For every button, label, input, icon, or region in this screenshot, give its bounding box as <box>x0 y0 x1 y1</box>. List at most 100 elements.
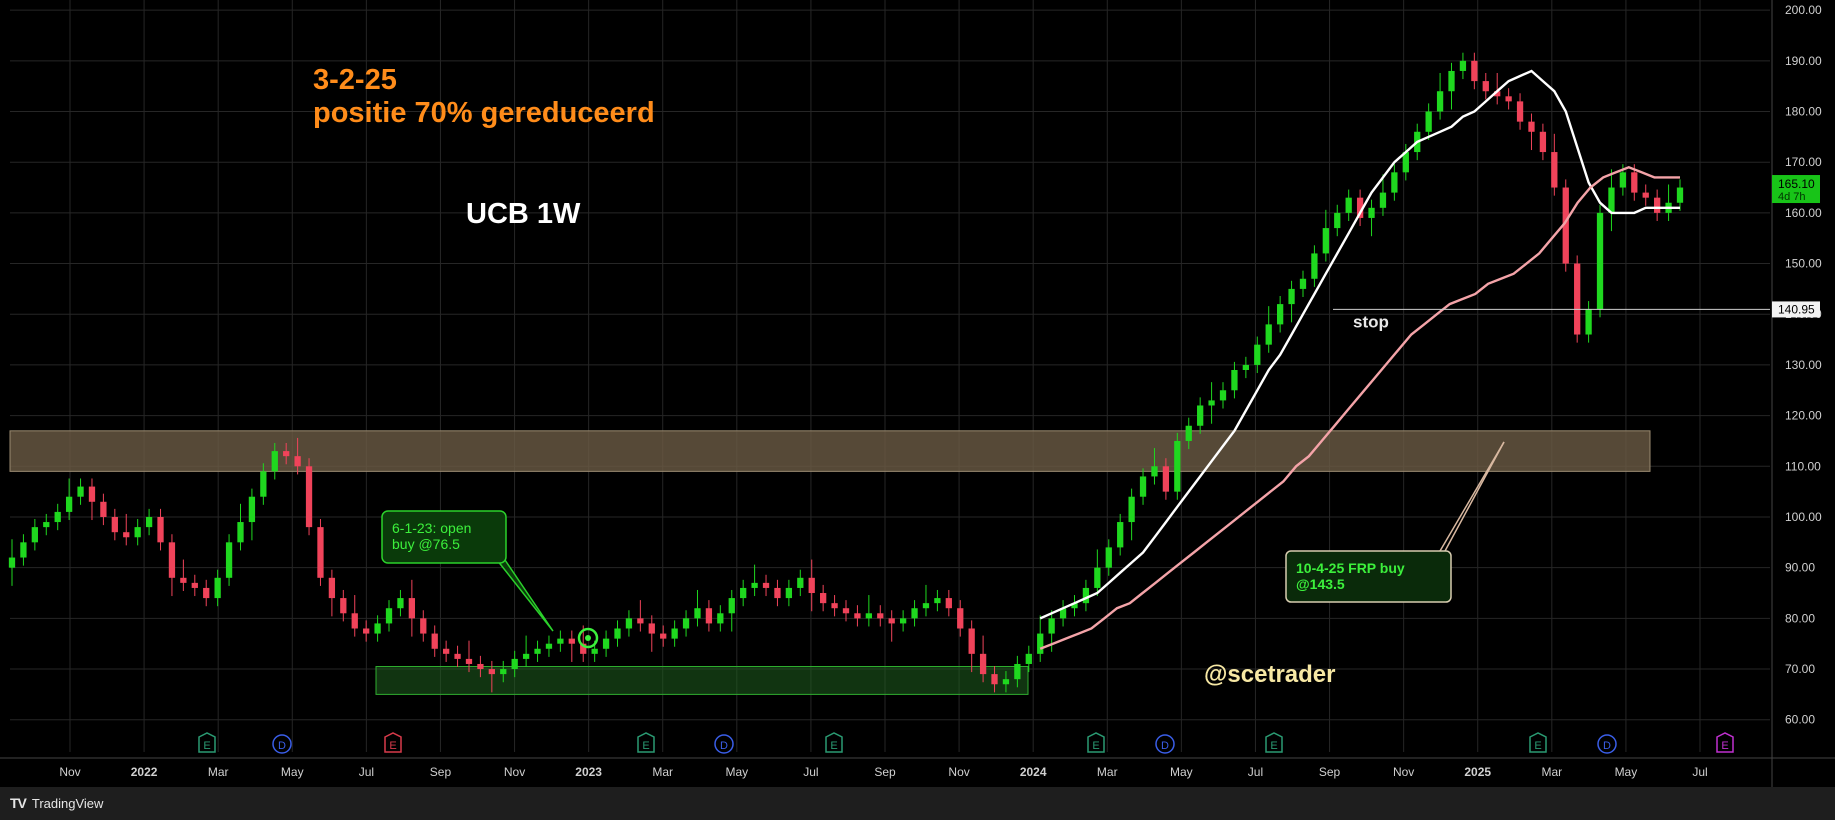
price-chart[interactable]: 200.00 190.00 180.00 170.00 160.00 150.00 140.… <box>0 0 1835 787</box>
candle-body <box>340 598 347 614</box>
candle-body <box>1596 212 1604 310</box>
x-tick-label: May <box>281 765 304 779</box>
event-marker-label: D <box>278 740 286 752</box>
candle-body <box>854 613 861 619</box>
y-tick-label: 100.00 <box>1785 510 1822 524</box>
candle-body <box>1322 228 1329 254</box>
event-marker-label: E <box>1092 740 1099 752</box>
candle-body <box>1436 91 1444 112</box>
candle-body <box>774 587 781 599</box>
note-text: positie 70% gereduceerd <box>313 97 655 129</box>
candle-body <box>877 613 884 619</box>
x-tick-label: Nov <box>504 765 525 779</box>
candle-body <box>602 638 610 649</box>
candle-body <box>511 658 518 670</box>
candle-body <box>979 653 987 675</box>
candle-body <box>694 608 701 619</box>
candle-body <box>1368 207 1375 218</box>
countdown-label: 4d 7h <box>1778 191 1806 203</box>
candle-body <box>1608 187 1615 213</box>
candle-body <box>1642 192 1649 198</box>
buy-callout-text-line1: 6-1-23: open <box>392 520 471 536</box>
candle-body <box>1391 172 1398 193</box>
candle-body <box>351 613 358 629</box>
candle-body <box>260 471 267 497</box>
candle-body <box>842 608 850 614</box>
candle-body <box>294 456 301 467</box>
y-tick-label: 180.00 <box>1785 105 1822 119</box>
event-marker-label: D <box>1603 740 1611 752</box>
candle-body <box>911 608 918 619</box>
x-tick-label: Mar <box>652 765 673 779</box>
x-tick-label: Nov <box>948 765 969 779</box>
candle-body <box>1242 364 1250 370</box>
candle-body <box>1528 121 1535 132</box>
candle-body <box>1539 131 1547 153</box>
chart-window: 200.00 190.00 180.00 170.00 160.00 150.00 140.… <box>0 0 1835 820</box>
candle-body <box>8 557 16 568</box>
candle-body <box>1174 440 1181 492</box>
event-marker-label: E <box>389 740 396 752</box>
candle-body <box>31 527 38 543</box>
candle-body <box>534 648 541 654</box>
candle-body <box>1631 172 1638 193</box>
x-tick-label: May <box>1615 765 1638 779</box>
candle-body <box>1619 172 1627 188</box>
y-tick-label: 70.00 <box>1785 662 1815 676</box>
candle-body <box>1654 197 1661 213</box>
x-tick-label: Nov <box>59 765 80 779</box>
candle-body <box>145 516 153 528</box>
candle-body <box>545 643 553 649</box>
candle-body <box>717 613 724 624</box>
candle-body <box>111 516 118 533</box>
candle-body <box>922 603 930 609</box>
y-tick-label: 130.00 <box>1785 358 1822 372</box>
x-tick-label: Jul <box>1248 765 1263 779</box>
candle-body <box>671 628 678 639</box>
candle-body <box>134 527 141 538</box>
candle-body <box>1094 567 1101 588</box>
x-tick-label: Mar <box>208 765 229 779</box>
candle-body <box>1105 547 1112 568</box>
candle-body <box>465 658 473 664</box>
symbol-label: UCB 1W <box>466 198 581 230</box>
candle-body <box>237 522 244 543</box>
candle-body <box>1311 253 1318 279</box>
y-tick-label: 110.00 <box>1785 459 1821 473</box>
support-zone <box>375 666 1029 695</box>
candle-body <box>385 608 393 624</box>
candle-body <box>991 674 998 685</box>
candle-body <box>522 653 530 659</box>
note-date: 3-2-25 <box>313 64 397 96</box>
event-marker-label: E <box>1534 740 1541 752</box>
candle-body <box>1585 309 1592 335</box>
candle-body <box>1345 197 1352 213</box>
candle-body <box>214 577 221 599</box>
candle-body <box>168 542 176 578</box>
candle-body <box>477 663 484 670</box>
tradingview-logo[interactable]: TV TradingView <box>10 795 103 811</box>
candle-body <box>1139 476 1147 497</box>
candle-body <box>682 618 690 629</box>
event-marker-label: D <box>1161 740 1169 752</box>
buy-marker-dot <box>585 635 591 641</box>
candle-body <box>1334 212 1341 229</box>
candle-body <box>957 608 964 629</box>
buy-callout-text-line2: buy @76.5 <box>392 536 460 552</box>
x-tick-label: Sep <box>1319 765 1341 779</box>
x-tick-label: 2023 <box>575 765 602 779</box>
candle-body <box>420 618 427 634</box>
candle-body <box>945 598 952 609</box>
candle-body <box>1254 344 1261 365</box>
candle-body <box>1482 81 1489 92</box>
candle-body <box>568 638 575 644</box>
event-marker-label: E <box>830 740 837 752</box>
y-tick-label: 120.00 <box>1785 409 1822 423</box>
candle-body <box>100 501 107 517</box>
x-tick-label: Mar <box>1541 765 1562 779</box>
candle-body <box>1014 663 1021 680</box>
tradingview-brand: TradingView <box>31 795 104 811</box>
candle-body <box>454 653 461 659</box>
event-marker-label: E <box>1270 740 1277 752</box>
candle-body <box>123 532 130 538</box>
